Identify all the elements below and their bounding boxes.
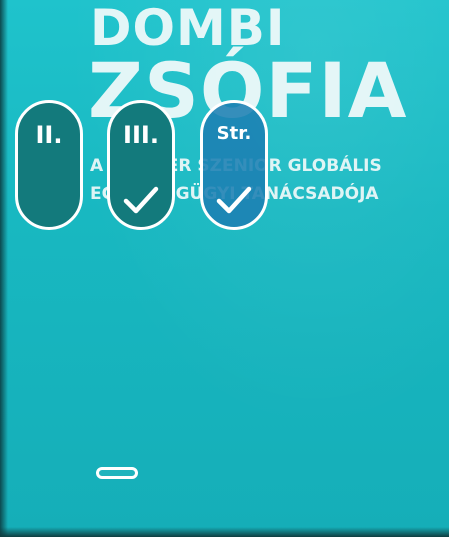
toggle-iii[interactable]: III. (107, 100, 175, 230)
toggle-ii[interactable]: II. (15, 100, 83, 230)
checkmark-icon (216, 186, 252, 214)
checkmark-icon (123, 186, 159, 214)
toggle-iii-label: III. (123, 121, 159, 149)
toggle-ii-label: II. (35, 121, 63, 149)
frame-edge-bottom (0, 527, 449, 537)
frame-edge-left (0, 0, 8, 537)
toggle-str-label: Str. (216, 123, 252, 144)
drag-handle[interactable] (96, 467, 138, 479)
toggle-str[interactable]: Str. (200, 100, 268, 230)
